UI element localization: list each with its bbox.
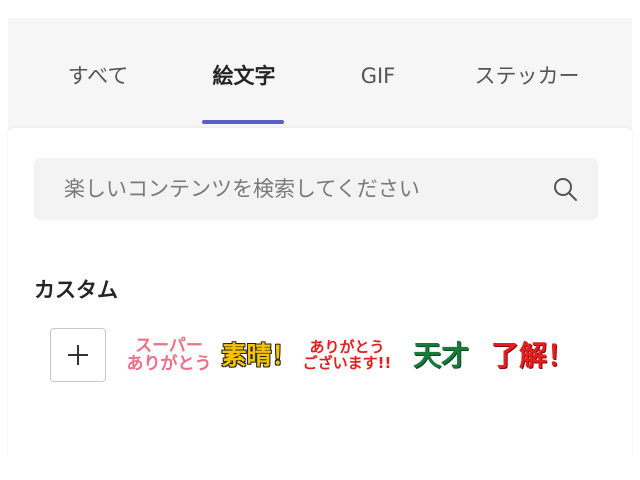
custom-emoji-super-arigatou[interactable]: スーパー ありがとう xyxy=(127,326,212,386)
custom-emoji-tensai[interactable]: 天才 xyxy=(404,326,478,386)
custom-emoji-subarashii[interactable]: 素晴！ xyxy=(221,326,297,386)
tab-all[interactable]: すべて xyxy=(58,58,138,94)
search-icon[interactable] xyxy=(550,174,580,204)
tab-gif[interactable]: GIF xyxy=(348,58,408,94)
sticker-text-line: ありがとう xyxy=(126,354,212,374)
tab-stickers[interactable]: ステッカー xyxy=(462,58,592,94)
search-input[interactable] xyxy=(34,157,550,221)
search-box xyxy=(34,157,598,221)
section-title-custom: カスタム xyxy=(34,278,118,302)
sticker-text-line: ございます!! xyxy=(302,354,392,372)
active-tab-indicator xyxy=(202,120,284,124)
add-custom-emoji-button[interactable] xyxy=(50,328,106,382)
sticker-text-line: 了解！ xyxy=(491,339,576,373)
tab-emoji[interactable]: 絵文字 xyxy=(194,58,294,94)
custom-emoji-arigatou-gozaimasu[interactable]: ありがとう ございます!! xyxy=(303,326,392,386)
custom-emoji-ryoukai[interactable]: 了解！ xyxy=(491,326,575,386)
emoji-panel: カスタム スーパー ありがとう 素晴！ ありがとう ございます!! 天才 了解！ xyxy=(8,128,632,458)
sticker-text-line: 天才 xyxy=(412,339,469,373)
emoji-picker: すべて 絵文字 GIF ステッカー カスタム スーパー ありがとう xyxy=(0,0,640,480)
sticker-text-line: 素晴！ xyxy=(221,340,297,370)
tab-bar: すべて 絵文字 GIF ステッカー xyxy=(8,18,632,130)
plus-icon xyxy=(68,345,88,365)
